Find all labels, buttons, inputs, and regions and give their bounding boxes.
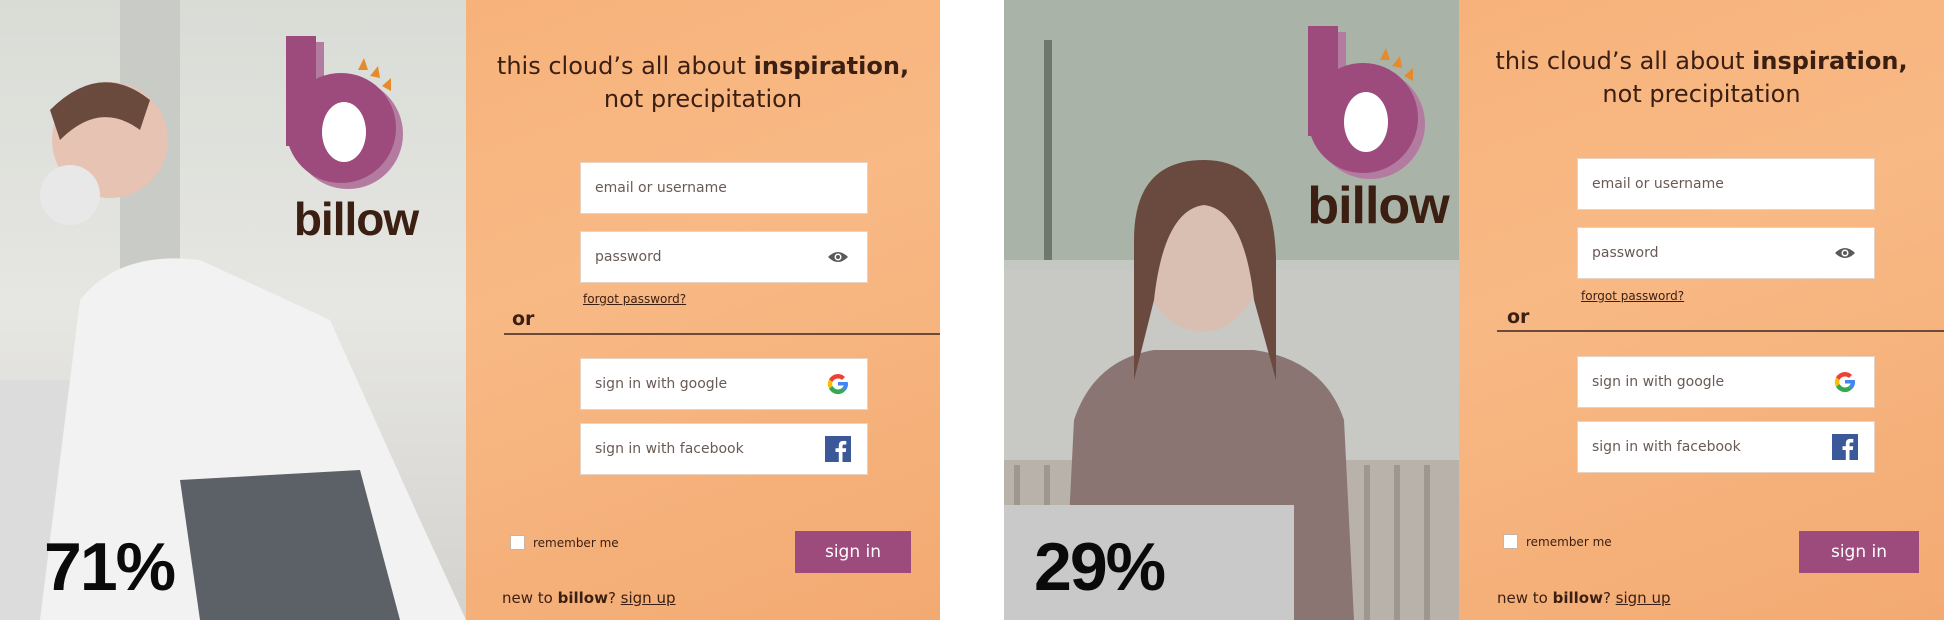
facebook-signin-button[interactable]: sign in with facebook: [580, 423, 868, 475]
tagline: this cloud’s all about inspiration, not …: [466, 50, 940, 116]
signup-prompt: new to billow? sign up: [1497, 589, 1670, 607]
sign-in-button[interactable]: sign in: [795, 531, 911, 573]
signup-prompt-brand: billow: [1552, 589, 1603, 607]
tagline-line-2: not precipitation: [1602, 80, 1801, 108]
signup-prompt-punct: ?: [607, 589, 621, 607]
tagline-emphasis: inspiration,: [753, 52, 910, 80]
remember-me-checkbox[interactable]: remember me: [510, 535, 619, 550]
signup-prompt-text: new to: [502, 589, 558, 607]
remember-me-label: remember me: [533, 535, 619, 550]
eye-icon[interactable]: [823, 242, 853, 272]
google-signin-button[interactable]: sign in with google: [1577, 356, 1875, 408]
login-panel: this cloud’s all about inspiration, not …: [466, 0, 940, 620]
forgot-password-link[interactable]: forgot password?: [1581, 289, 1684, 303]
email-field[interactable]: email or username: [1577, 158, 1875, 210]
billow-logo-mark: [286, 36, 403, 189]
facebook-signin-button[interactable]: sign in with facebook: [1577, 421, 1875, 473]
sign-up-link[interactable]: sign up: [621, 589, 676, 607]
facebook-icon: [823, 434, 853, 464]
or-separator-label: or: [512, 308, 535, 330]
split-percentage: 71%: [44, 529, 176, 605]
password-placeholder: password: [1592, 245, 1659, 261]
remember-me-box[interactable]: [510, 535, 525, 550]
hero-photo: billow 29%: [1004, 0, 1459, 620]
forgot-password-link[interactable]: forgot password?: [583, 292, 686, 306]
email-placeholder: email or username: [1592, 176, 1724, 192]
sign-in-button[interactable]: sign in: [1799, 531, 1919, 573]
billow-wordmark: billow: [1307, 177, 1449, 235]
password-field[interactable]: password: [580, 231, 868, 283]
facebook-signin-label: sign in with facebook: [595, 441, 744, 457]
remember-me-label: remember me: [1526, 534, 1612, 549]
variant-b-mockup: billow 29% this cloud’s all about inspir…: [1004, 0, 1944, 620]
sign-up-link[interactable]: sign up: [1616, 589, 1671, 607]
billow-logo-mark: [1308, 26, 1425, 179]
eye-icon[interactable]: [1830, 238, 1860, 268]
or-divider: [504, 333, 940, 335]
login-panel: this cloud’s all about inspiration, not …: [1459, 0, 1944, 620]
or-separator-label: or: [1507, 306, 1530, 328]
email-placeholder: email or username: [595, 180, 727, 196]
variant-a-mockup: billow 71% this cloud’s all about inspir…: [0, 0, 940, 620]
remember-me-box[interactable]: [1503, 534, 1518, 549]
signup-prompt-brand: billow: [557, 589, 608, 607]
signup-prompt: new to billow? sign up: [502, 589, 675, 607]
signup-prompt-punct: ?: [1602, 589, 1616, 607]
google-signin-button[interactable]: sign in with google: [580, 358, 868, 410]
facebook-signin-label: sign in with facebook: [1592, 439, 1741, 455]
or-divider: [1497, 330, 1944, 332]
tagline-emphasis: inspiration,: [1752, 47, 1908, 75]
hero-photo: billow 71%: [0, 0, 466, 620]
split-percentage: 29%: [1034, 529, 1166, 605]
password-field[interactable]: password: [1577, 227, 1875, 279]
google-signin-label: sign in with google: [595, 376, 728, 392]
google-icon: [1830, 367, 1860, 397]
google-icon: [823, 369, 853, 399]
billow-wordmark: billow: [293, 193, 419, 245]
email-field[interactable]: email or username: [580, 162, 868, 214]
tagline-line-2: not precipitation: [603, 85, 803, 113]
remember-me-checkbox[interactable]: remember me: [1503, 534, 1612, 549]
signup-prompt-text: new to: [1497, 589, 1553, 607]
tagline: this cloud’s all about inspiration, not …: [1459, 45, 1944, 111]
tagline-text: this cloud’s all about: [496, 52, 754, 80]
password-placeholder: password: [595, 249, 662, 265]
facebook-icon: [1830, 432, 1860, 462]
google-signin-label: sign in with google: [1592, 374, 1725, 390]
tagline-text: this cloud’s all about: [1495, 47, 1753, 75]
